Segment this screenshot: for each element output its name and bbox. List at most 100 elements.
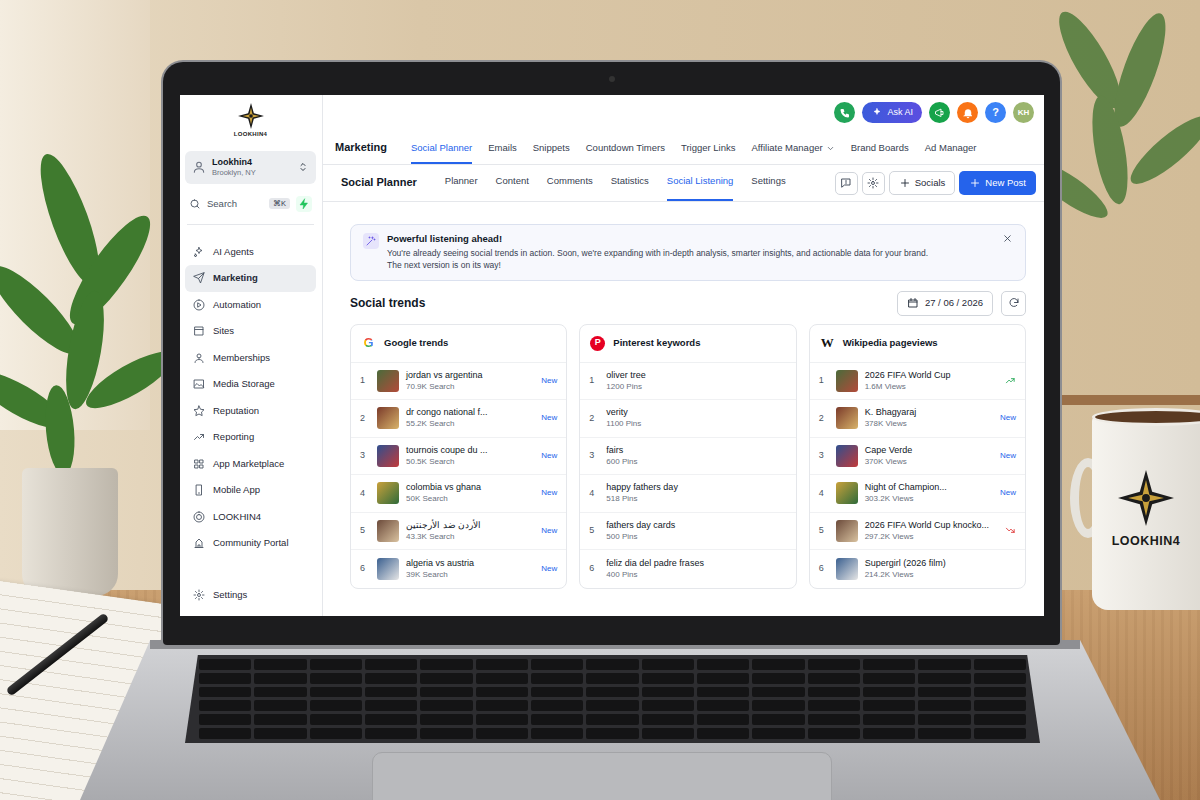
trend-row[interactable]: 6feliz dia del padre frases400 Pins: [580, 550, 795, 588]
keyboard-key[interactable]: [310, 687, 362, 698]
keyboard-key[interactable]: [365, 673, 417, 684]
sub-tab[interactable]: Comments: [547, 165, 593, 201]
keyboard-key[interactable]: [974, 700, 1026, 711]
keyboard-key[interactable]: [476, 714, 528, 725]
keyboard-key[interactable]: [586, 700, 638, 711]
sidebar-item[interactable]: Mobile App: [185, 477, 316, 504]
trend-row[interactable]: 1jordan vs argentina70.9K SearchNew: [351, 363, 566, 401]
main-tab[interactable]: Countdown Timers: [586, 136, 665, 164]
sidebar-item[interactable]: Reputation: [185, 398, 316, 425]
trend-row[interactable]: 4colombia vs ghana50K SearchNew: [351, 475, 566, 513]
keyboard-key[interactable]: [752, 687, 804, 698]
keyboard-key[interactable]: [476, 700, 528, 711]
keyboard-key[interactable]: [254, 700, 306, 711]
keyboard-key[interactable]: [863, 687, 915, 698]
keyboard-key[interactable]: [974, 728, 1026, 739]
keyboard-key[interactable]: [974, 659, 1026, 670]
trend-row[interactable]: 4Night of Champion...303.2K ViewsNew: [810, 475, 1025, 513]
keyboard-key[interactable]: [752, 659, 804, 670]
keyboard-key[interactable]: [531, 687, 583, 698]
keyboard-key[interactable]: [586, 673, 638, 684]
trend-row[interactable]: 6algeria vs austria39K SearchNew: [351, 550, 566, 588]
keyboard-key[interactable]: [642, 700, 694, 711]
brand-logo[interactable]: LOOKHIN4: [185, 103, 316, 143]
keyboard-key[interactable]: [974, 687, 1026, 698]
keyboard-key[interactable]: [918, 673, 970, 684]
trend-row[interactable]: 1oliver tree1200 Pins: [580, 363, 795, 401]
sidebar-item[interactable]: LOOKHIN4: [185, 504, 316, 531]
trend-row[interactable]: 12026 FIFA World Cup1.6M Views: [810, 363, 1025, 401]
main-tab[interactable]: Trigger Links: [681, 136, 736, 164]
keyboard-key[interactable]: [697, 659, 749, 670]
settings-button[interactable]: [862, 172, 885, 195]
keyboard-key[interactable]: [808, 673, 860, 684]
keyboard-key[interactable]: [863, 714, 915, 725]
keyboard-key[interactable]: [199, 673, 251, 684]
keyboard-key[interactable]: [808, 659, 860, 670]
sidebar-item[interactable]: AI Agents: [185, 239, 316, 266]
keyboard-key[interactable]: [199, 659, 251, 670]
trend-row[interactable]: 6Supergirl (2026 film)214.2K Views: [810, 550, 1025, 588]
trend-row[interactable]: 5الأردن ضد الأرجنتين43.3K SearchNew: [351, 513, 566, 551]
keyboard-key[interactable]: [697, 673, 749, 684]
keyboard-key[interactable]: [697, 687, 749, 698]
main-tab[interactable]: Snippets: [533, 136, 570, 164]
keyboard-key[interactable]: [808, 728, 860, 739]
keyboard-key[interactable]: [365, 714, 417, 725]
user-avatar[interactable]: KH: [1013, 102, 1034, 123]
keyboard-key[interactable]: [642, 659, 694, 670]
new-post-button[interactable]: New Post: [959, 171, 1036, 195]
help-button[interactable]: ?: [985, 102, 1006, 123]
date-picker[interactable]: 27 / 06 / 2026: [897, 291, 993, 316]
keyboard-key[interactable]: [531, 728, 583, 739]
keyboard-key[interactable]: [310, 728, 362, 739]
trend-row[interactable]: 2verity1100 Pins: [580, 400, 795, 438]
trend-row[interactable]: 3tournois coupe du ...50.5K SearchNew: [351, 438, 566, 476]
keyboard-key[interactable]: [531, 714, 583, 725]
main-tab[interactable]: Affiliate Manager: [752, 136, 835, 164]
keyboard-key[interactable]: [808, 687, 860, 698]
trend-row[interactable]: 3Cape Verde370K ViewsNew: [810, 438, 1025, 476]
sub-tab[interactable]: Content: [496, 165, 529, 201]
keyboard-key[interactable]: [476, 659, 528, 670]
keyboard-key[interactable]: [918, 728, 970, 739]
keyboard-key[interactable]: [752, 714, 804, 725]
keyboard-key[interactable]: [310, 659, 362, 670]
keyboard-key[interactable]: [918, 700, 970, 711]
keyboard-key[interactable]: [586, 659, 638, 670]
trackpad[interactable]: [372, 752, 832, 800]
feedback-button[interactable]: [835, 172, 858, 195]
sub-tab[interactable]: Social Listening: [667, 165, 734, 201]
main-tab[interactable]: Emails: [488, 136, 517, 164]
keyboard-key[interactable]: [310, 700, 362, 711]
keyboard-key[interactable]: [476, 687, 528, 698]
keyboard-key[interactable]: [863, 673, 915, 684]
sub-tab[interactable]: Planner: [445, 165, 478, 201]
keyboard-key[interactable]: [586, 714, 638, 725]
keyboard-key[interactable]: [531, 673, 583, 684]
keyboard-key[interactable]: [918, 659, 970, 670]
keyboard-key[interactable]: [918, 714, 970, 725]
keyboard-key[interactable]: [697, 700, 749, 711]
keyboard-key[interactable]: [420, 714, 472, 725]
keyboard-key[interactable]: [974, 714, 1026, 725]
keyboard-key[interactable]: [752, 673, 804, 684]
trend-row[interactable]: 52026 FIFA World Cup knocko...297.2K Vie…: [810, 513, 1025, 551]
call-button[interactable]: [834, 102, 855, 123]
keyboard-key[interactable]: [586, 728, 638, 739]
sidebar-item[interactable]: Automation: [185, 292, 316, 319]
sub-tab[interactable]: Settings: [751, 165, 785, 201]
main-tab[interactable]: Brand Boards: [851, 136, 909, 164]
keyboard-key[interactable]: [531, 659, 583, 670]
keyboard-key[interactable]: [365, 700, 417, 711]
keyboard-key[interactable]: [365, 728, 417, 739]
keyboard-key[interactable]: [918, 687, 970, 698]
sidebar-item[interactable]: Marketing: [185, 265, 316, 292]
keyboard-key[interactable]: [199, 687, 251, 698]
keyboard-key[interactable]: [642, 687, 694, 698]
keyboard-key[interactable]: [254, 714, 306, 725]
keyboard-key[interactable]: [697, 714, 749, 725]
keyboard-key[interactable]: [808, 714, 860, 725]
keyboard-key[interactable]: [310, 714, 362, 725]
keyboard-key[interactable]: [752, 700, 804, 711]
